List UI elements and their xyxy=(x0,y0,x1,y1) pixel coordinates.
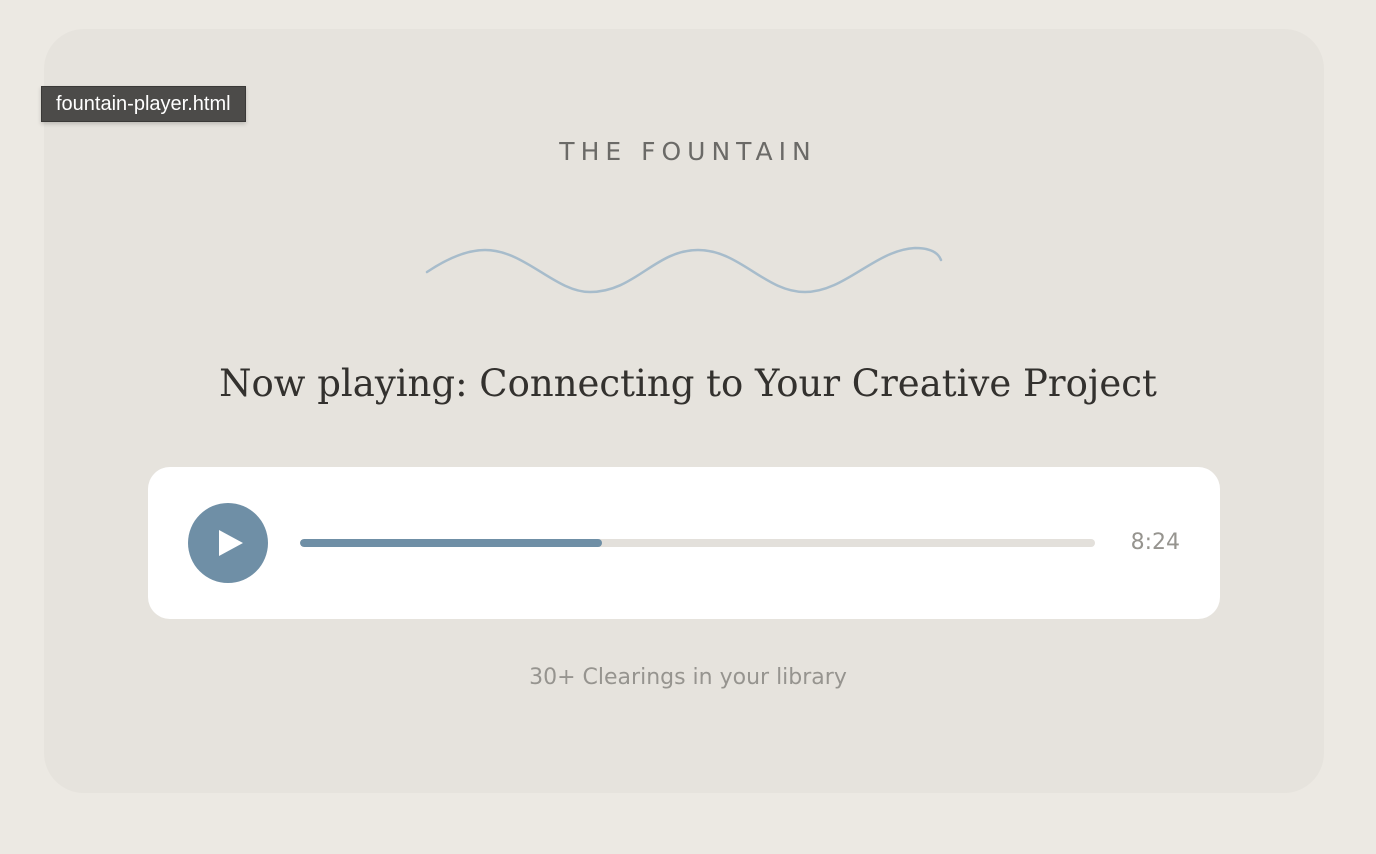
progress-track[interactable] xyxy=(300,539,1095,547)
wave-divider-icon xyxy=(425,246,943,294)
play-icon xyxy=(219,530,243,556)
library-count: 30+ Clearings in your library xyxy=(529,665,847,690)
brand-title: THE FOUNTAIN xyxy=(559,137,817,166)
track-time: 8:24 xyxy=(1130,530,1180,555)
now-playing-title: Now playing: Connecting to Your Creative… xyxy=(219,362,1157,405)
play-button[interactable] xyxy=(188,503,268,583)
progress-fill xyxy=(300,539,603,547)
audio-player: 8:24 xyxy=(148,467,1220,619)
file-tab-label[interactable]: fountain-player.html xyxy=(41,86,246,122)
